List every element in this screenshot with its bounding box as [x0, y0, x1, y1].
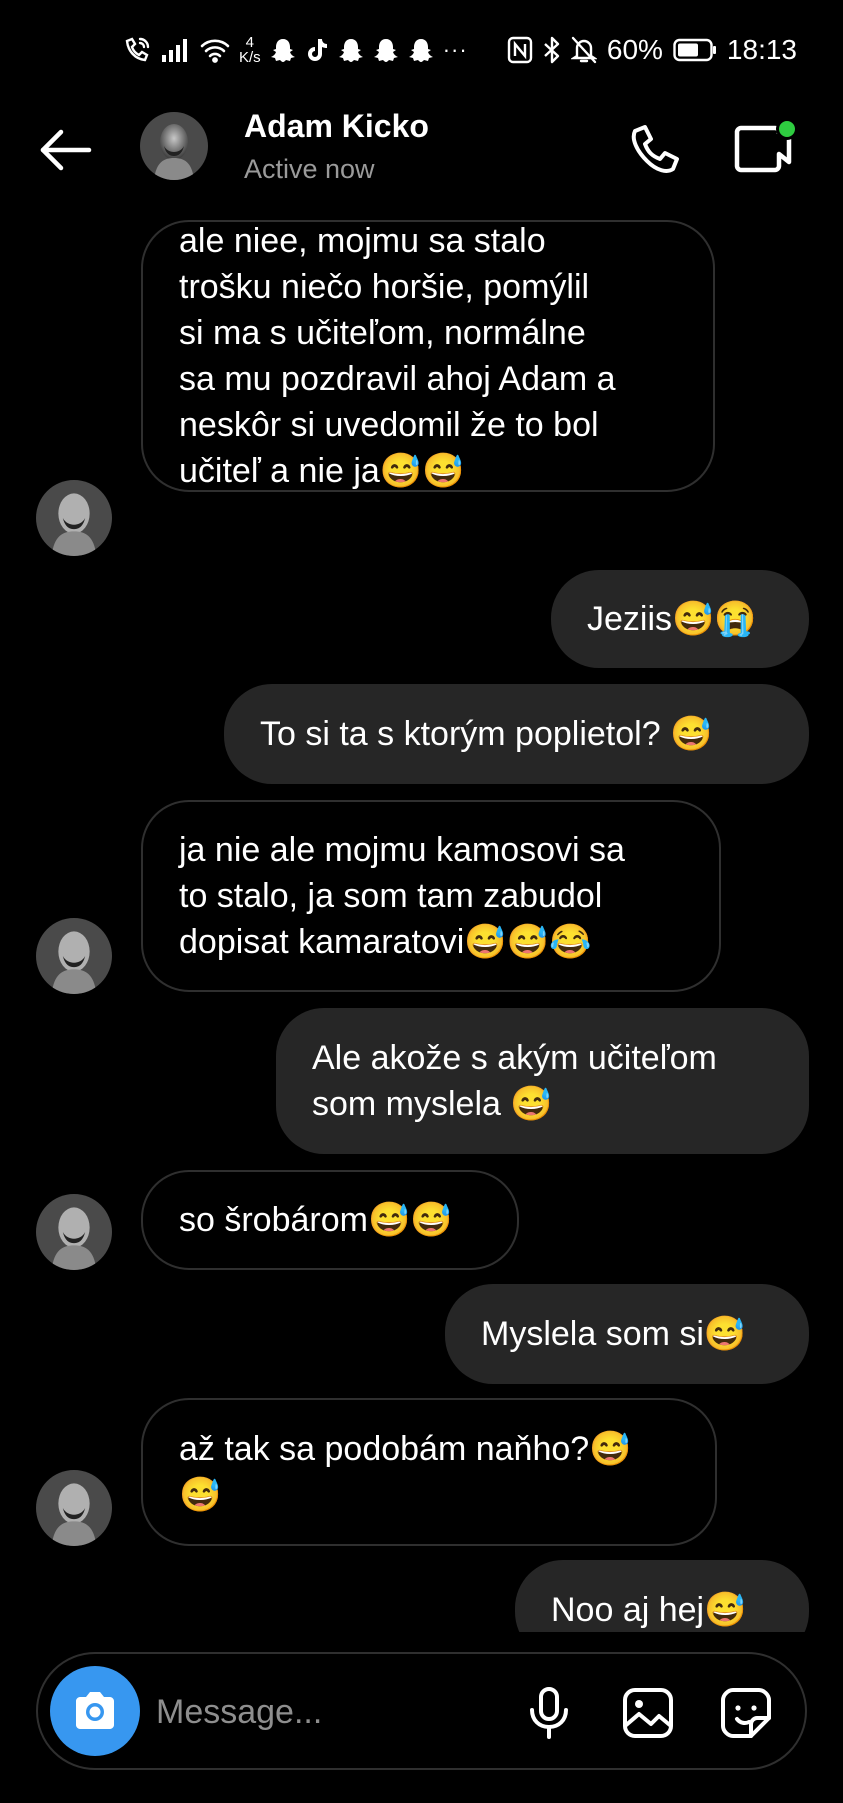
sender-avatar[interactable]: [36, 1470, 112, 1546]
voice-message-button[interactable]: [516, 1680, 582, 1746]
wifi-calling-icon: [122, 35, 152, 65]
gallery-button[interactable]: [615, 1680, 681, 1746]
message-text: To si ta s ktorým poplietol? 😅: [260, 715, 713, 753]
microphone-icon: [530, 1687, 568, 1739]
nfc-icon: [507, 36, 533, 64]
message-bubble-incoming[interactable]: ale niee, mojmu sa stalo trošku niečo ho…: [141, 220, 715, 492]
chat-header: Adam Kicko Active now: [0, 100, 843, 210]
message-bubble-outgoing[interactable]: To si ta s ktorým poplietol? 😅: [224, 684, 809, 784]
clock: 18:13: [726, 34, 797, 65]
snapchat-icon: [270, 37, 296, 63]
message-text: ja nie ale mojmu kamosovi sa to stalo, j…: [179, 831, 625, 961]
video-call-button[interactable]: [730, 114, 800, 184]
status-bar-right: 60% 18:13: [507, 30, 797, 70]
camera-button[interactable]: [50, 1666, 140, 1756]
message-bubble-outgoing[interactable]: Jeziis😅😭: [551, 570, 809, 668]
bluetooth-icon: [543, 36, 561, 64]
more-notifications-icon: ···: [442, 37, 468, 62]
message-thread[interactable]: ale niee, mojmu sa stalo trošku niečo ho…: [0, 210, 843, 1632]
message-bubble-incoming[interactable]: až tak sa podobám naňho?😅 😅: [141, 1398, 717, 1546]
message-text: Myslela som si😅: [481, 1315, 747, 1353]
camera-icon: [76, 1692, 114, 1729]
battery-icon: [673, 38, 717, 62]
message-text: Ale akože s akým učiteľom som myslela 😅: [312, 1039, 717, 1123]
message-bubble-incoming[interactable]: ja nie ale mojmu kamosovi sa to stalo, j…: [141, 800, 721, 992]
sticker-icon: [721, 1688, 771, 1738]
sticker-button[interactable]: [713, 1680, 779, 1746]
contact-avatar[interactable]: [140, 112, 208, 180]
contact-status: Active now: [244, 154, 375, 184]
tiktok-icon: [305, 37, 329, 63]
message-composer: [36, 1652, 807, 1770]
message-text: Jeziis😅😭: [587, 600, 757, 638]
sender-avatar[interactable]: [36, 918, 112, 994]
battery-percentage: 60%: [606, 34, 663, 65]
sender-avatar[interactable]: [36, 480, 112, 556]
message-text: až tak sa podobám naňho?😅 😅: [179, 1430, 632, 1514]
image-icon: [623, 1688, 673, 1738]
arrow-left-icon: [40, 129, 92, 171]
phone-icon: [631, 125, 679, 173]
back-button[interactable]: [36, 120, 96, 180]
audio-call-button[interactable]: [622, 116, 688, 182]
silent-bell-icon: [570, 36, 597, 64]
message-bubble-outgoing[interactable]: Noo aj hej😅: [515, 1560, 809, 1632]
message-bubble-outgoing[interactable]: Ale akože s akým učiteľom som myslela 😅: [276, 1008, 809, 1154]
network-speed: 4 K/s: [239, 35, 261, 65]
contact-name[interactable]: Adam Kicko: [244, 108, 429, 145]
message-text: ale niee, mojmu sa stalo trošku niečo ho…: [179, 222, 616, 490]
snapchat-icon: [373, 37, 399, 63]
message-input[interactable]: [156, 1688, 486, 1736]
wifi-icon: [200, 37, 230, 63]
network-speed-value: 4: [245, 34, 255, 51]
message-text: Noo aj hej😅: [551, 1591, 747, 1629]
snapchat-icon: [338, 37, 364, 63]
status-bar: 4 K/s ··· 60% 18:13: [0, 0, 843, 100]
message-bubble-outgoing[interactable]: Myslela som si😅: [445, 1284, 809, 1384]
online-indicator: [776, 118, 798, 140]
network-speed-unit: K/s: [239, 49, 261, 66]
message-text: so šrobárom😅😅: [179, 1201, 453, 1239]
sender-avatar[interactable]: [36, 1194, 112, 1270]
snapchat-icon: [408, 37, 434, 63]
status-bar-left: 4 K/s ···: [122, 30, 468, 70]
message-bubble-incoming[interactable]: so šrobárom😅😅: [141, 1170, 519, 1270]
signal-icon: [161, 37, 191, 63]
